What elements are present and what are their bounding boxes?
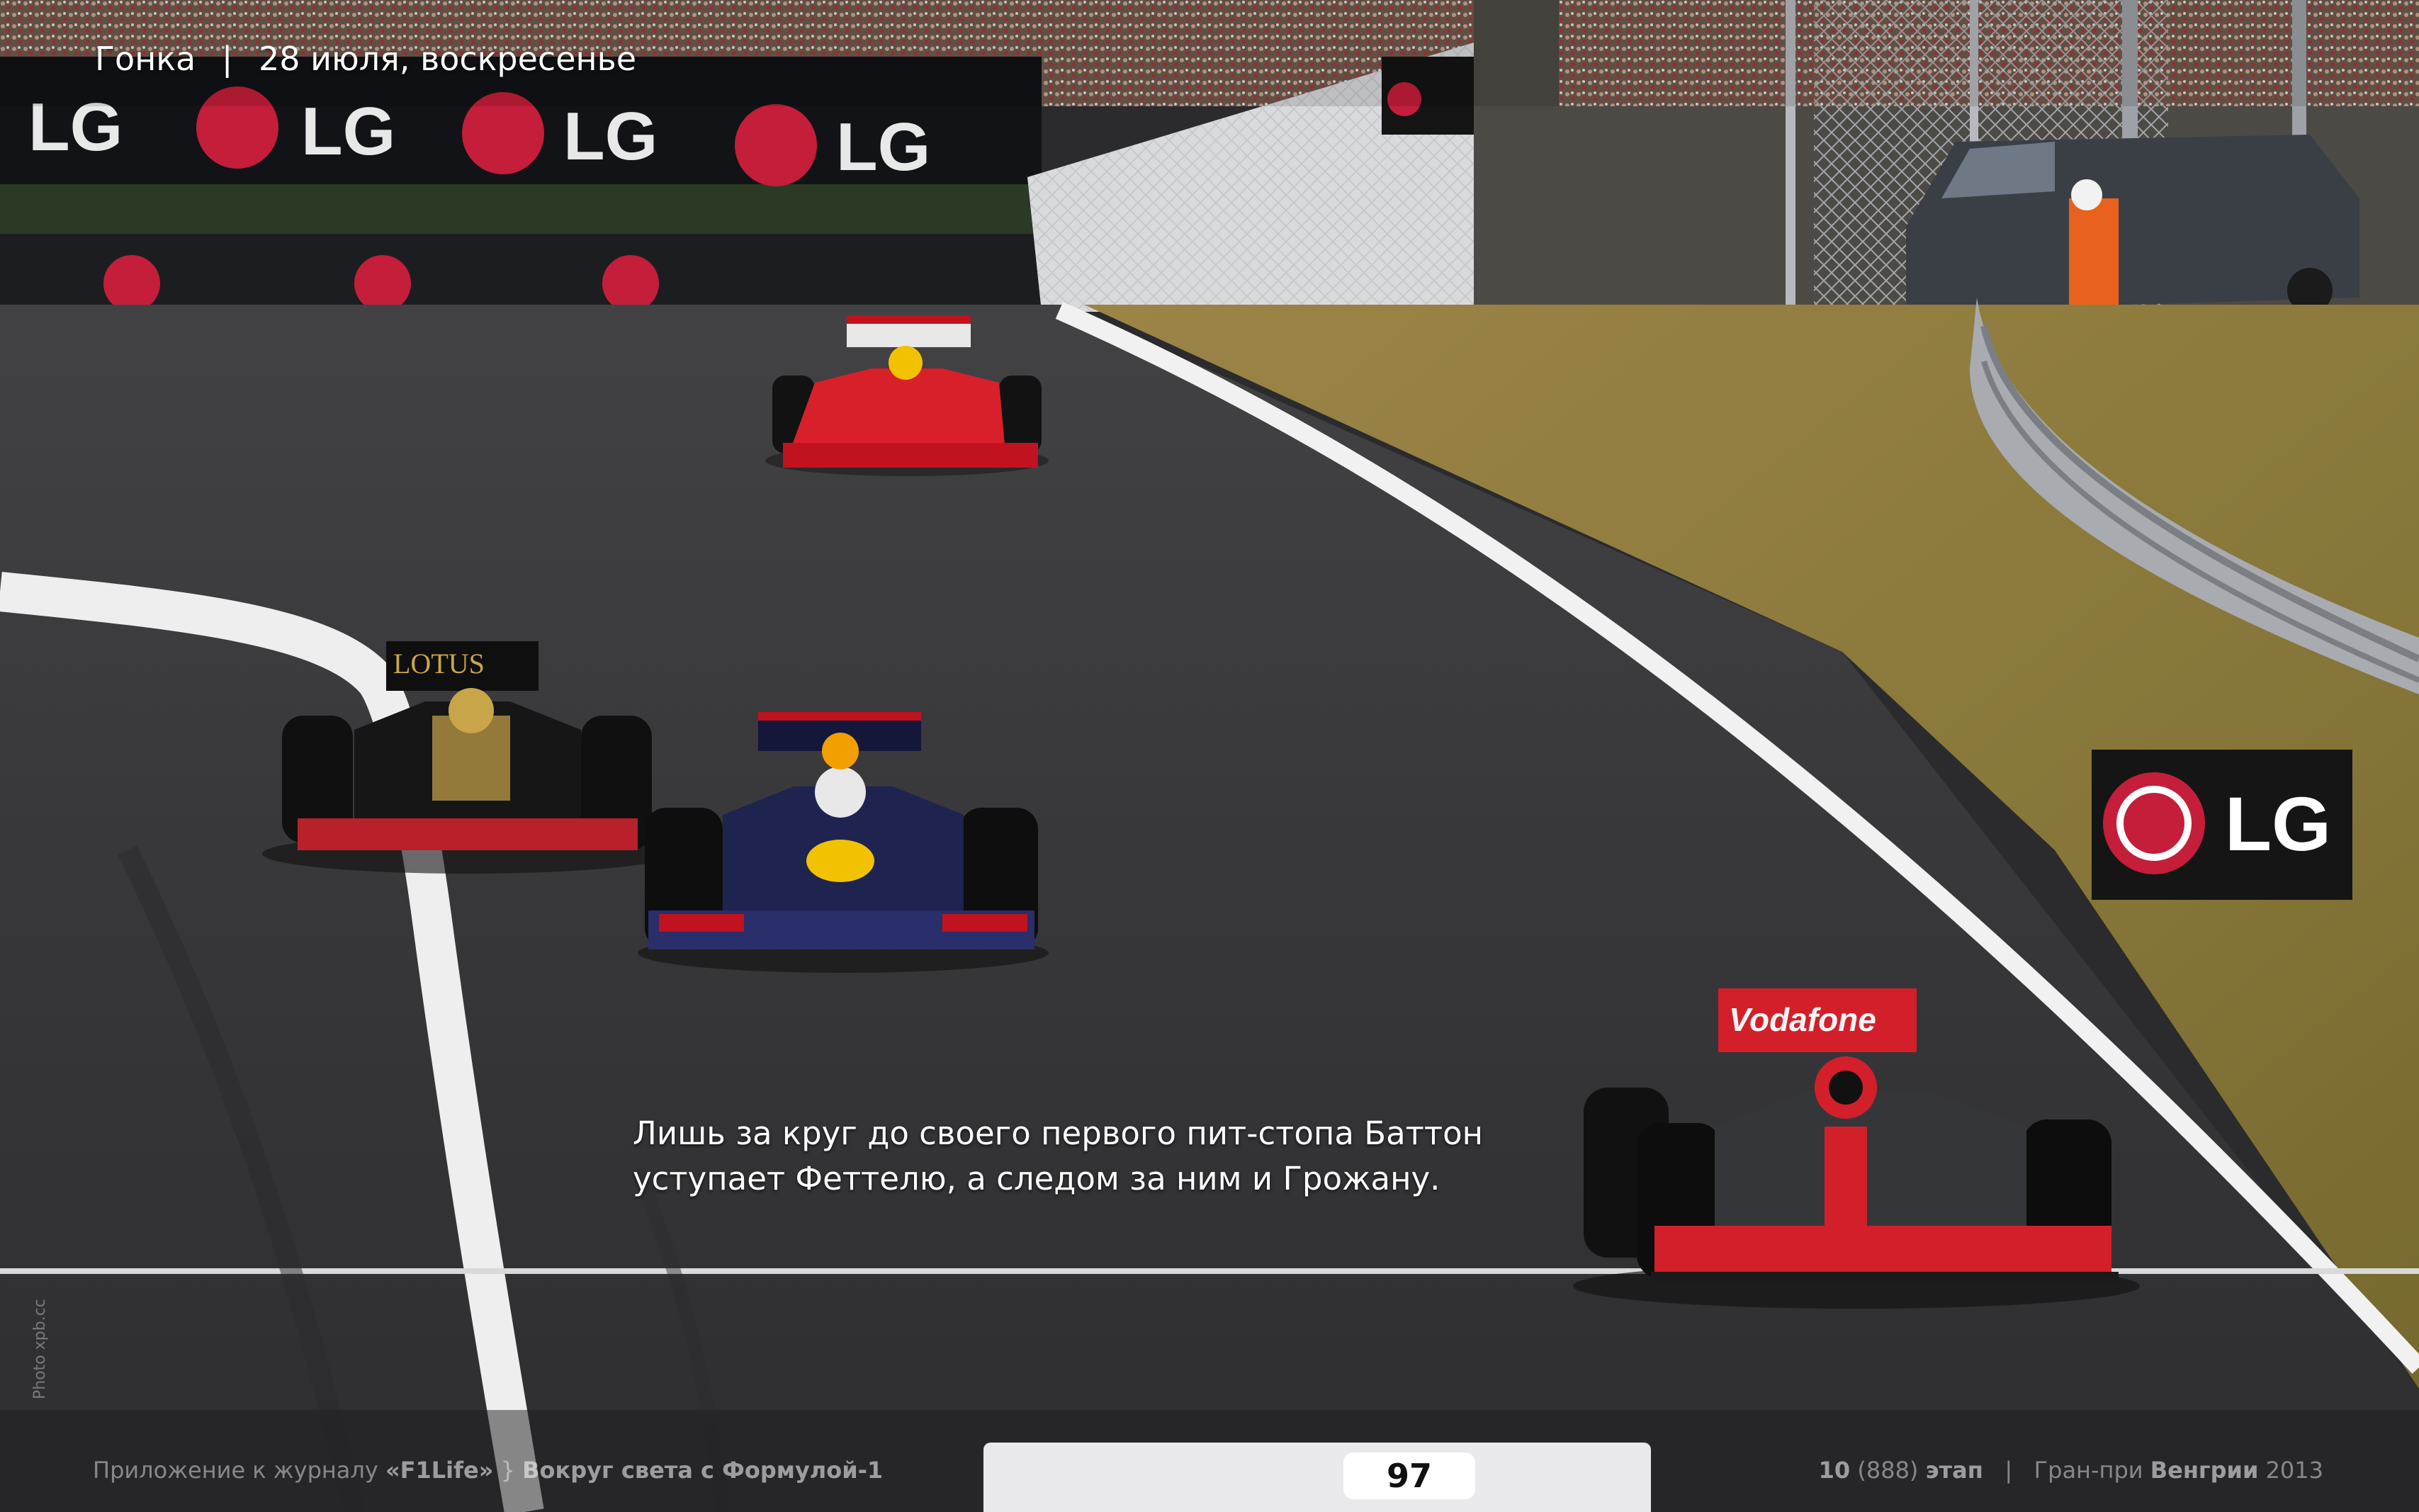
footer-bar: | [2004, 1457, 2013, 1484]
svg-text:LG: LG [563, 98, 658, 174]
page-number-tab[interactable] [983, 1443, 1651, 1512]
footer-divider: } [500, 1457, 515, 1484]
caption-line-1: Лишь за круг до своего первого пит-стопа… [633, 1115, 1484, 1152]
svg-text:LG: LG [2225, 781, 2331, 867]
caption-line-2: уступает Феттелю, а следом за ним и Грож… [633, 1160, 1440, 1197]
header-separator: | [221, 40, 233, 78]
footer-magazine: «F1Life» [385, 1457, 494, 1484]
footer-publication: Приложение к журналу «F1Life» } Вокруг с… [93, 1457, 883, 1484]
svg-text:LOTUS: LOTUS [393, 648, 485, 679]
photo-credit: Photo xpb.cc [31, 1299, 52, 1399]
race-date: 28 июля, воскресенье [259, 40, 636, 78]
svg-text:Vodafone: Vodafone [1729, 1001, 1876, 1038]
year: 2013 [2265, 1457, 2323, 1484]
issue-total: (888) [1857, 1457, 1919, 1484]
race-photo: LG LG LG LG LG LOTUS Vodafone [0, 0, 2419, 1512]
photo-caption: Лишь за круг до своего первого пит-стопа… [633, 1111, 1554, 1202]
footer-series-link[interactable]: Вокруг света с Формулой-1 [522, 1457, 883, 1484]
gp-prefix: Гран-при [2034, 1457, 2143, 1484]
footer-issue: 10 (888) этап | Гран-при Венгрии 2013 [1819, 1457, 2323, 1484]
section-title: Гонка [95, 40, 196, 78]
issue-number: 10 [1818, 1457, 1851, 1484]
footer-prefix: Приложение к журналу [93, 1457, 378, 1484]
page-number: 97 [1343, 1452, 1475, 1499]
gp-country: Венгрии [2150, 1457, 2259, 1484]
svg-text:LG: LG [836, 109, 930, 185]
stage-word: этап [1925, 1457, 1983, 1484]
page-header: Гонка | 28 июля, воскресенье [95, 40, 636, 78]
